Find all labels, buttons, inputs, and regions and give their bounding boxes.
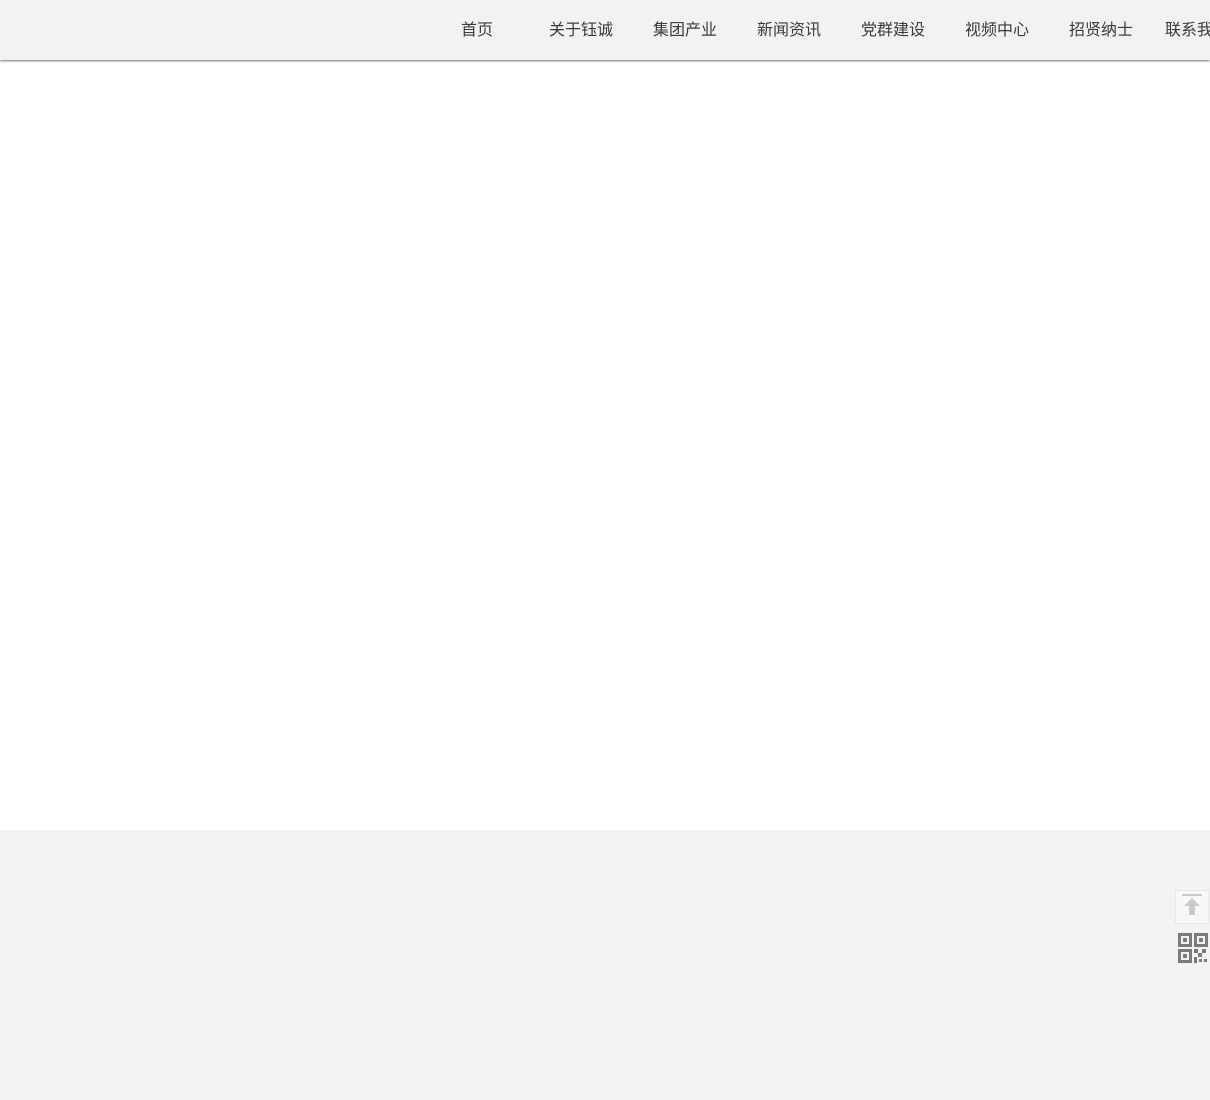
main-nav: 首页 关于钰诚 集团产业 新闻资讯 党群建设 视频中心 招贤纳士 联系我们	[425, 0, 1210, 60]
qr-code-icon	[1177, 932, 1209, 968]
nav-item-about[interactable]: 关于钰诚	[529, 0, 633, 60]
nav-item-industries[interactable]: 集团产业	[633, 0, 737, 60]
nav-item-careers[interactable]: 招贤纳士	[1049, 0, 1153, 60]
back-to-top-button[interactable]	[1175, 890, 1209, 924]
main-content-area	[0, 61, 1210, 830]
nav-item-home[interactable]: 首页	[425, 0, 529, 60]
nav-item-party-building[interactable]: 党群建设	[841, 0, 945, 60]
nav-item-news[interactable]: 新闻资讯	[737, 0, 841, 60]
qr-code-button[interactable]	[1175, 932, 1210, 967]
nav-item-contact[interactable]: 联系我们	[1153, 0, 1210, 60]
top-navigation-bar: 首页 关于钰诚 集团产业 新闻资讯 党群建设 视频中心 招贤纳士 联系我们	[0, 0, 1210, 60]
footer	[0, 830, 1210, 1100]
nav-item-video-center[interactable]: 视频中心	[945, 0, 1049, 60]
arrow-up-to-line-icon	[1180, 893, 1204, 921]
page: 首页 关于钰诚 集团产业 新闻资讯 党群建设 视频中心 招贤纳士 联系我们	[0, 0, 1210, 1100]
